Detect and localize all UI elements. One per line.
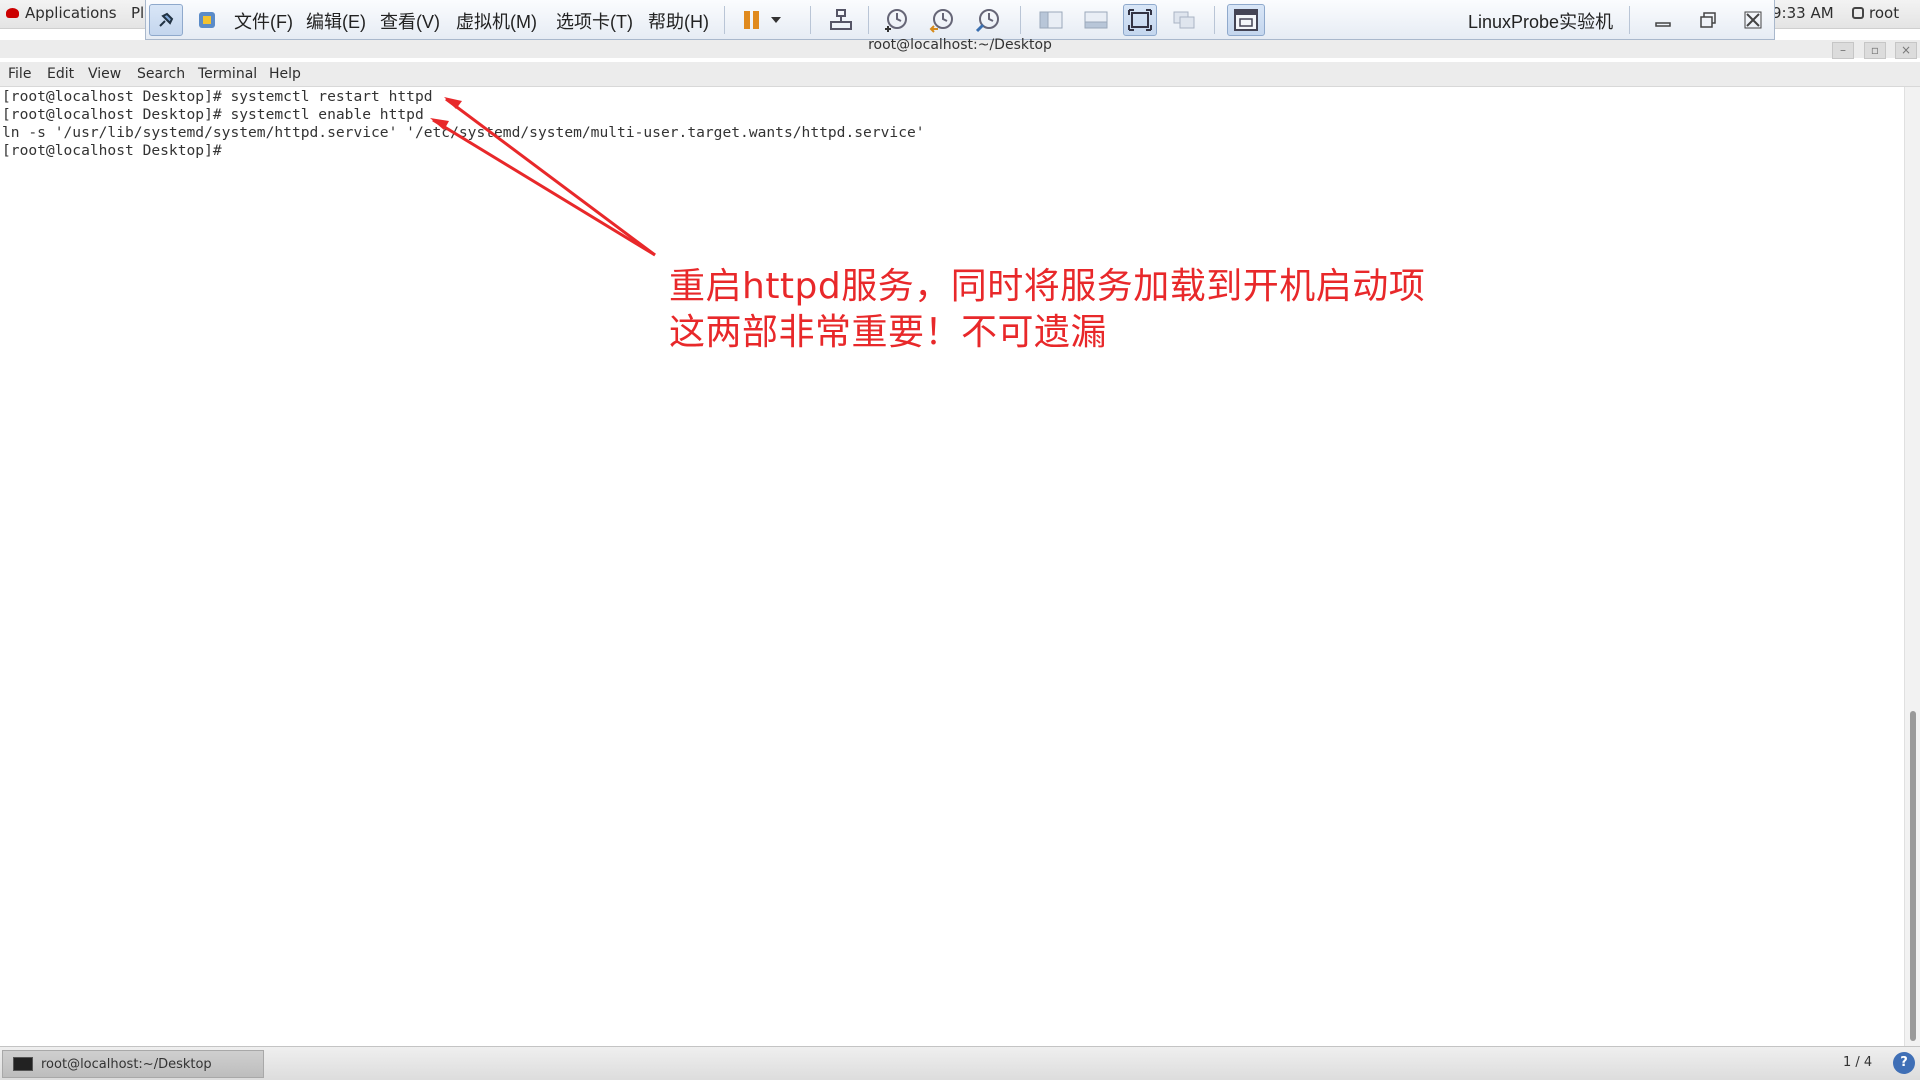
terminal-menu-edit[interactable]: Edit (47, 66, 74, 82)
terminal-window-title: root@localhost:~/Desktop (868, 37, 1052, 53)
console-window-icon (1234, 9, 1258, 31)
show-thumbnail-button[interactable] (1079, 4, 1113, 36)
terminal-menu-terminal[interactable]: Terminal (198, 66, 257, 82)
console-view-button[interactable] (1227, 4, 1265, 36)
minimize-icon: – (1840, 43, 1846, 57)
applications-label: Applications (25, 4, 117, 22)
menu-view[interactable]: 查看(V) (380, 8, 440, 34)
show-library-button[interactable] (1034, 4, 1068, 36)
snapshot-take-button[interactable] (879, 4, 913, 36)
terminal-icon (13, 1057, 33, 1071)
restore-icon (1700, 12, 1716, 28)
maximize-icon: ▫ (1870, 43, 1880, 57)
redhat-icon (6, 8, 19, 18)
user-label: root (1869, 4, 1900, 22)
toolbar-separator (810, 6, 811, 34)
pin-icon (159, 12, 174, 27)
fullscreen-icon (1128, 9, 1152, 31)
terminal-minimize-button[interactable]: – (1832, 42, 1854, 59)
toolbar-separator (1214, 6, 1215, 34)
terminal-menu-bar: File Edit View Search Terminal Help (0, 62, 1920, 87)
terminal-close-button[interactable]: × (1895, 42, 1917, 59)
pause-button[interactable] (736, 4, 770, 36)
menu-vm[interactable]: 虚拟机(M) (456, 8, 537, 34)
desktop-screen: Applications Pl 9:33 AM root 文件(F) 编辑(E)… (0, 0, 1920, 1080)
terminal-output[interactable]: [root@localhost Desktop]# systemctl rest… (0, 87, 1904, 1047)
toolbar-separator (868, 6, 869, 34)
close-icon (1744, 11, 1762, 29)
bottom-taskbar: root@localhost:~/Desktop 1 / 4 ? (0, 1046, 1920, 1080)
vmware-logo-icon (199, 12, 215, 28)
terminal-menu-search[interactable]: Search (137, 66, 185, 82)
terminal-line: [root@localhost Desktop]# systemctl enab… (2, 106, 424, 123)
network-keyboard-icon (830, 9, 852, 30)
vm-tab-title[interactable]: LinuxProbe实验机 (1468, 8, 1613, 34)
terminal-scrollbar[interactable] (1904, 87, 1920, 1047)
unity-icon (1173, 11, 1195, 29)
taskbar-terminal-item[interactable]: root@localhost:~/Desktop (2, 1050, 264, 1078)
help-icon[interactable]: ? (1893, 1052, 1915, 1074)
user-icon (1852, 7, 1864, 19)
snapshot-manager-icon (975, 9, 999, 33)
bottom-panel-layout-icon (1084, 11, 1108, 29)
close-icon: × (1900, 43, 1912, 57)
pin-toolbar-button[interactable] (149, 4, 183, 36)
minimize-icon (1655, 22, 1671, 27)
terminal-title-bar: root@localhost:~/Desktop – ▫ × (0, 37, 1920, 59)
menu-edit[interactable]: 编辑(E) (306, 8, 366, 34)
toolbar-separator (724, 6, 725, 34)
sidebar-layout-icon (1039, 11, 1063, 29)
toolbar-separator (1629, 6, 1630, 34)
terminal-menu-help[interactable]: Help (269, 66, 301, 82)
taskbar-item-label: root@localhost:~/Desktop (41, 1056, 212, 1072)
power-dropdown-button[interactable] (766, 4, 786, 36)
menu-help[interactable]: 帮助(H) (648, 8, 709, 34)
vm-close-button[interactable] (1736, 4, 1770, 36)
vmware-toolbar: 文件(F) 编辑(E) 查看(V) 虚拟机(M) 选项卡(T) 帮助(H) Li… (145, 0, 1775, 40)
terminal-menu-view[interactable]: View (88, 66, 121, 82)
toolbar-separator (1020, 6, 1021, 34)
snapshot-revert-icon (929, 9, 953, 33)
workspace-indicator[interactable]: 1 / 4 (1843, 1055, 1872, 1070)
vm-minimize-button[interactable] (1646, 4, 1680, 36)
terminal-maximize-button[interactable]: ▫ (1864, 42, 1886, 59)
snapshot-clock-icon (885, 9, 907, 32)
terminal-prompt-line: [root@localhost Desktop]# (2, 142, 231, 159)
snapshot-revert-button[interactable] (925, 4, 959, 36)
full-screen-button[interactable] (1123, 4, 1157, 36)
vmware-home-button[interactable] (190, 4, 224, 36)
applications-menu[interactable]: Applications (6, 4, 117, 22)
scrollbar-thumb[interactable] (1910, 711, 1916, 1041)
pause-icon (744, 11, 759, 29)
places-menu[interactable]: Pl (131, 4, 144, 22)
chevron-down-icon (771, 17, 781, 23)
snapshot-manager-button[interactable] (971, 4, 1005, 36)
user-menu[interactable]: root (1852, 4, 1899, 22)
menu-tabs[interactable]: 选项卡(T) (556, 8, 633, 34)
terminal-menu-file[interactable]: File (8, 66, 31, 82)
send-ctrl-alt-del-button[interactable] (824, 4, 858, 36)
clock[interactable]: 9:33 AM (1772, 4, 1834, 22)
menu-file[interactable]: 文件(F) (234, 8, 293, 34)
terminal-line: ln -s '/usr/lib/systemd/system/httpd.ser… (2, 124, 925, 141)
vm-restore-button[interactable] (1691, 4, 1725, 36)
terminal-line: [root@localhost Desktop]# systemctl rest… (2, 88, 433, 105)
unity-button[interactable] (1167, 4, 1201, 36)
